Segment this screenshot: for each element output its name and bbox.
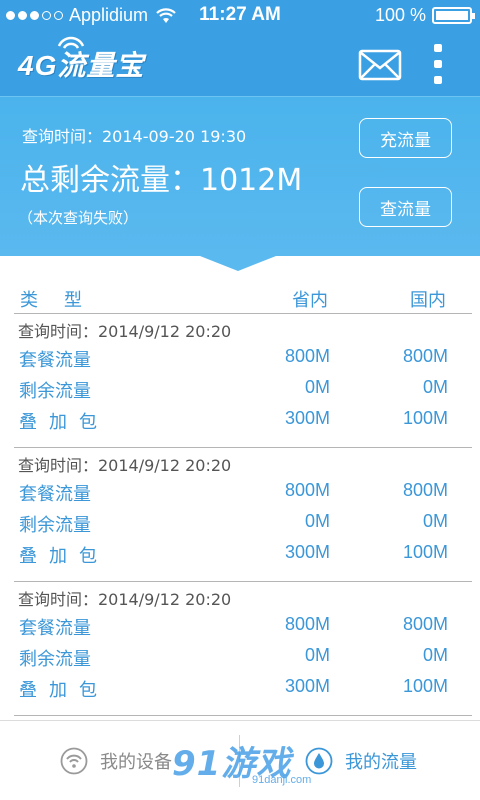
column-header-type: 类型 <box>20 290 108 311</box>
tab-divider <box>239 735 240 787</box>
province-value: 800M <box>284 346 330 366</box>
query-record: 查询时间：2014/9/12 20:20 套餐流量 800M 800M 剩余流量… <box>14 582 472 716</box>
national-value: 0M <box>422 511 448 531</box>
table-row: 叠加包 300M 100M <box>14 674 472 704</box>
table-row: 套餐流量 800M 800M <box>14 612 472 642</box>
wifi-device-icon <box>60 747 88 775</box>
app-logo-text: 4G流量宝 <box>18 50 145 81</box>
table-header: 类型 省内 国内 <box>14 282 472 314</box>
query-record: 查询时间：2014/9/12 20:20 套餐流量 800M 800M 剩余流量… <box>14 314 472 448</box>
traffic-summary: 查询时间：2014-09-20 19:30 总剩余流量：1012M （本次查询失… <box>0 96 480 256</box>
tab-my-device-label: 我的设备 <box>100 752 172 773</box>
province-value: 300M <box>284 542 330 562</box>
column-header-province: 省内 <box>292 290 328 311</box>
query-record: 查询时间：2014/9/12 20:20 套餐流量 800M 800M 剩余流量… <box>14 448 472 582</box>
tab-my-traffic-label: 我的流量 <box>345 752 417 773</box>
province-value: 0M <box>304 377 330 397</box>
tab-my-traffic[interactable]: 我的流量 <box>305 721 417 800</box>
row-label: 剩余流量 <box>19 515 91 536</box>
column-header-national: 国内 <box>410 290 446 311</box>
recharge-button[interactable]: 充流量 <box>359 118 452 158</box>
province-value: 0M <box>304 645 330 665</box>
total-remaining-traffic: 总剩余流量：1012M <box>20 163 303 198</box>
national-value: 100M <box>402 408 448 428</box>
row-label: 套餐流量 <box>19 618 91 639</box>
record-query-time: 查询时间：2014/9/12 20:20 <box>18 590 232 609</box>
national-value: 800M <box>402 346 448 366</box>
national-value: 0M <box>422 645 448 665</box>
province-value: 300M <box>284 676 330 696</box>
tab-my-device[interactable]: 我的设备 <box>60 721 172 800</box>
summary-query-time: 查询时间：2014-09-20 19:30 <box>22 127 247 146</box>
bottom-tab-bar: 我的设备 我的流量 <box>0 720 480 800</box>
table-row: 套餐流量 800M 800M <box>14 344 472 374</box>
row-label: 套餐流量 <box>19 350 91 371</box>
national-value: 800M <box>402 480 448 500</box>
row-label: 套餐流量 <box>19 484 91 505</box>
app-logo: 4G流量宝 <box>18 36 145 84</box>
water-drop-icon <box>305 747 333 775</box>
row-label: 叠加包 <box>19 680 109 701</box>
query-status-note: （本次查询失败） <box>18 209 139 227</box>
row-label: 叠加包 <box>19 546 109 567</box>
status-bar: Applidium 11:27 AM 100 % <box>0 0 480 30</box>
traffic-table: 类型 省内 国内 查询时间：2014/9/12 20:20 套餐流量 800M … <box>14 282 472 716</box>
national-value: 0M <box>422 377 448 397</box>
app-header: 4G流量宝 <box>0 30 480 96</box>
battery-percent: 100 % <box>374 5 426 25</box>
row-label: 剩余流量 <box>19 381 91 402</box>
row-label: 叠加包 <box>19 412 109 433</box>
mail-icon[interactable] <box>358 49 402 81</box>
province-value: 0M <box>304 511 330 531</box>
national-value: 100M <box>402 676 448 696</box>
province-value: 300M <box>284 408 330 428</box>
table-row: 叠加包 300M 100M <box>14 540 472 570</box>
table-row: 套餐流量 800M 800M <box>14 478 472 508</box>
table-row: 叠加包 300M 100M <box>14 406 472 436</box>
national-value: 800M <box>402 614 448 634</box>
summary-pointer <box>200 256 276 271</box>
province-value: 800M <box>284 614 330 634</box>
table-row: 剩余流量 0M 0M <box>14 643 472 673</box>
more-menu-icon[interactable] <box>428 44 448 84</box>
record-query-time: 查询时间：2014/9/12 20:20 <box>18 456 232 475</box>
national-value: 100M <box>402 542 448 562</box>
query-traffic-button[interactable]: 查流量 <box>359 187 452 227</box>
signal-waves-icon <box>57 36 85 49</box>
table-row: 剩余流量 0M 0M <box>14 375 472 405</box>
province-value: 800M <box>284 480 330 500</box>
record-query-time: 查询时间：2014/9/12 20:20 <box>18 322 232 341</box>
table-row: 剩余流量 0M 0M <box>14 509 472 539</box>
row-label: 剩余流量 <box>19 649 91 670</box>
battery-icon <box>432 7 475 24</box>
